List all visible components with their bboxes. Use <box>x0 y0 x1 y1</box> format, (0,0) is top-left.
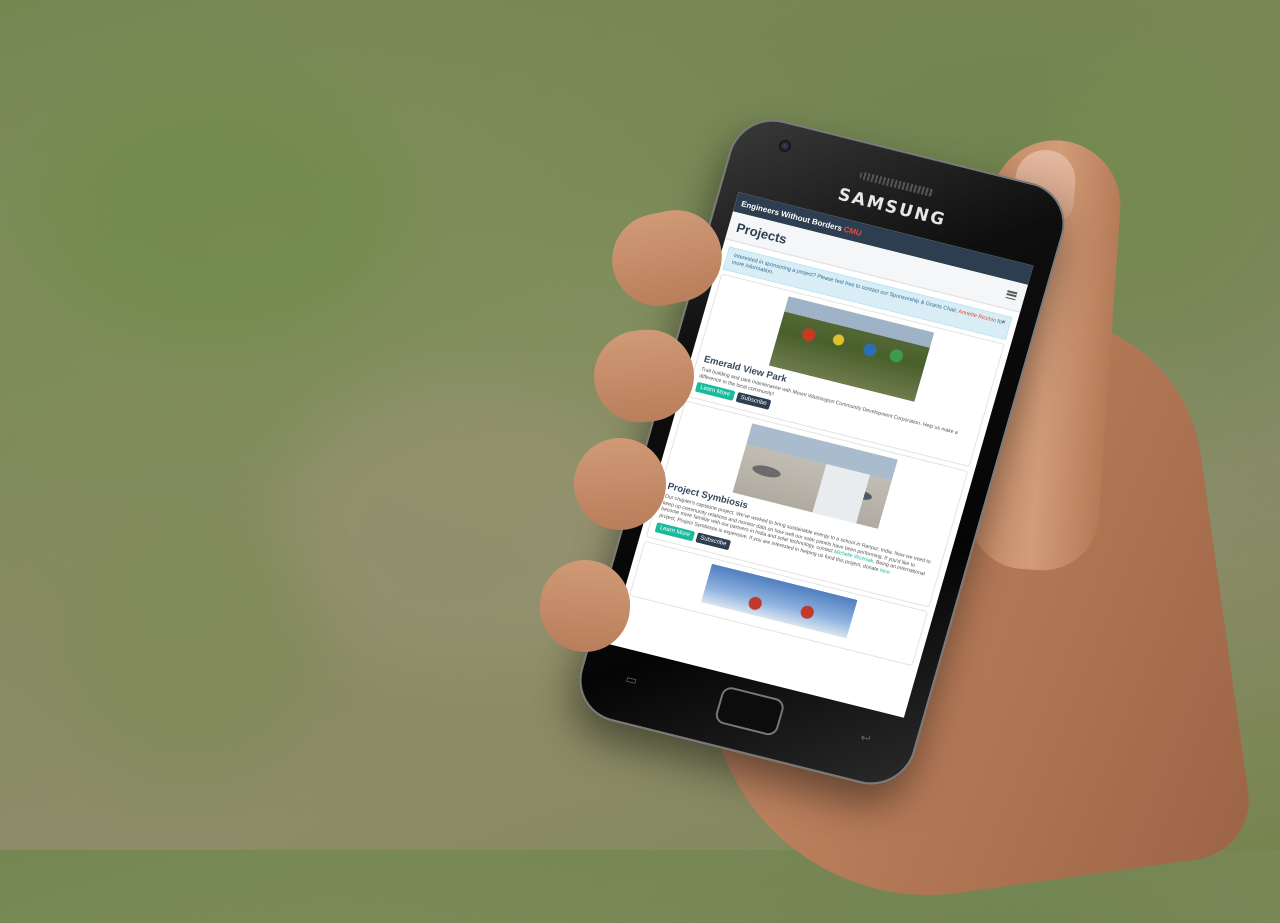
back-key-icon[interactable]: ↩ <box>859 730 873 746</box>
background-blob <box>60 520 320 780</box>
page-title: Projects <box>734 219 789 247</box>
alert-contact-link[interactable]: Annette Ricchio <box>957 309 996 324</box>
donate-link[interactable]: here <box>879 568 891 576</box>
home-button[interactable] <box>713 685 787 738</box>
hamburger-menu-icon[interactable] <box>1005 290 1018 301</box>
background-blob <box>40 80 400 340</box>
front-camera-icon <box>777 138 793 154</box>
close-icon[interactable]: × <box>1001 319 1007 327</box>
menu-key-icon[interactable]: ▭ <box>624 672 639 688</box>
site-suffix: CMU <box>842 224 863 238</box>
